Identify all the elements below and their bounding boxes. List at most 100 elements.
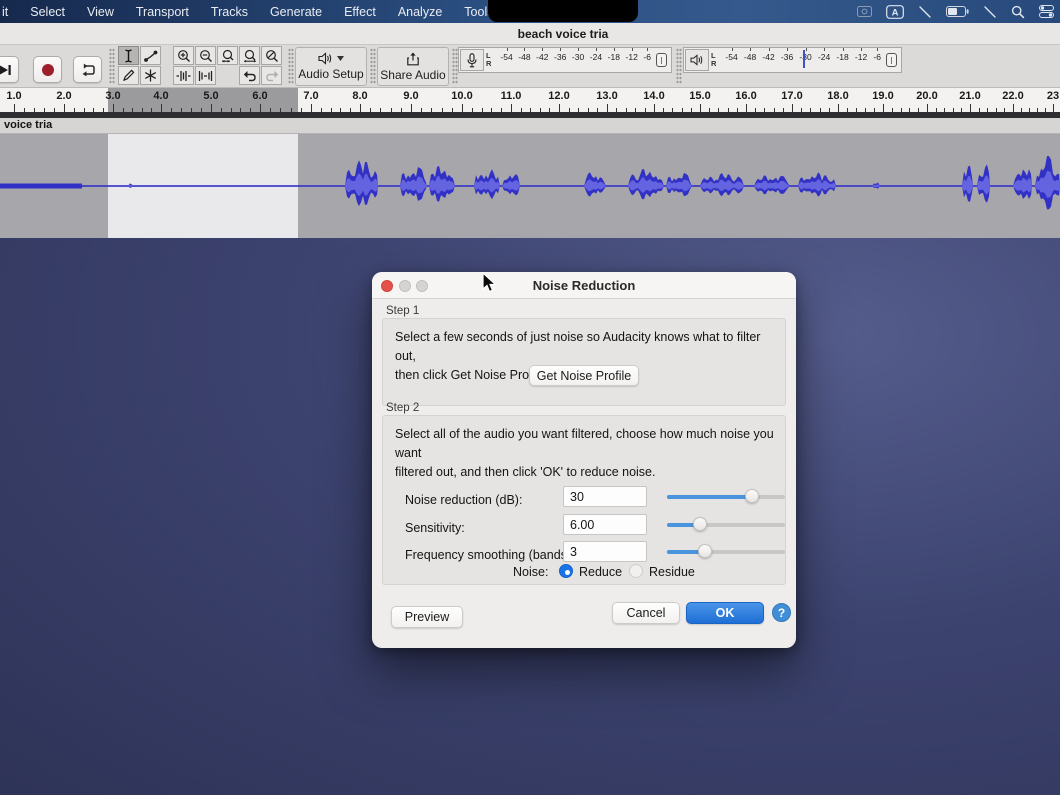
meter-tick-label: -36 [781, 52, 793, 62]
sensitivity-label: Sensitivity: [405, 521, 465, 535]
record-button[interactable] [33, 56, 62, 83]
fit-project-button[interactable] [239, 46, 260, 65]
menu-item-select[interactable]: Select [19, 5, 76, 19]
redo-button[interactable] [261, 66, 282, 85]
get-noise-profile-button[interactable]: Get Noise Profile [529, 365, 639, 386]
ruler-label: 15.0 [689, 90, 710, 102]
zoom-toggle-button[interactable] [261, 46, 282, 65]
sensitivity-input[interactable] [563, 514, 647, 535]
zoom-in-button[interactable] [173, 46, 194, 65]
undo-button[interactable] [239, 66, 260, 85]
input-source-icon[interactable]: A [886, 4, 904, 20]
waveform-track[interactable] [0, 134, 1060, 238]
skip-to-end-icon [0, 64, 12, 76]
record-icon [41, 63, 55, 77]
reduce-radio[interactable] [559, 564, 573, 578]
waveform [0, 134, 1060, 238]
ruler-label: 17.0 [781, 90, 802, 102]
menu-item-view[interactable]: View [76, 5, 125, 19]
slider-thumb[interactable] [693, 517, 707, 531]
ruler-label: 6.0 [252, 90, 267, 102]
fit-project-icon [243, 49, 257, 63]
preview-button[interactable]: Preview [391, 606, 463, 628]
selection-tool-button[interactable] [118, 46, 139, 65]
audio-setup-button[interactable]: Audio Setup [295, 47, 367, 86]
zoom-toggle-icon [265, 49, 279, 63]
timeline-ruler[interactable]: 1.02.03.04.05.06.07.08.09.010.011.012.01… [0, 88, 1060, 112]
meter-tick-label: -48 [518, 52, 530, 62]
silence-audio-button[interactable] [195, 66, 216, 85]
zoom-out-button[interactable] [195, 46, 216, 65]
preview-label: Preview [405, 610, 449, 624]
slider-thumb[interactable] [745, 489, 759, 503]
clip-indicator-icon [886, 53, 897, 67]
control-center-icon[interactable] [1039, 4, 1054, 20]
clip-name-label: voice tria [4, 119, 52, 131]
menu-item-analyze[interactable]: Analyze [387, 5, 453, 19]
stylus-icon[interactable] [918, 4, 932, 20]
toolbar-grip[interactable] [676, 48, 682, 84]
battery-icon[interactable] [946, 4, 969, 20]
cancel-label: Cancel [627, 606, 666, 620]
window-title: beach voice tria [518, 27, 609, 41]
meter-lr-labels: LR [711, 52, 716, 68]
close-button[interactable] [381, 280, 393, 292]
microphone-icon [467, 53, 477, 68]
frequency-smoothing-slider[interactable] [667, 544, 785, 558]
toolbar-grip[interactable] [109, 48, 115, 84]
ok-label: OK [716, 606, 735, 620]
sensitivity-slider[interactable] [667, 517, 785, 531]
ruler-label: 12.0 [548, 90, 569, 102]
ruler-label: 3.0 [105, 90, 120, 102]
menu-item-tracks[interactable]: Tracks [200, 5, 259, 19]
spotlight-icon[interactable] [1011, 4, 1025, 20]
ibeam-icon [124, 49, 133, 63]
draw-tool-button[interactable] [118, 66, 139, 85]
dialog-title: Noise Reduction [533, 278, 636, 293]
noise-reduction-label: Noise reduction (dB): [405, 493, 522, 507]
playback-meter-speaker-button[interactable] [685, 49, 709, 71]
menu-item-transport[interactable]: Transport [125, 5, 200, 19]
trim-audio-button[interactable] [173, 66, 194, 85]
clip-header[interactable]: voice tria [0, 118, 1060, 134]
fit-selection-button[interactable] [217, 46, 238, 65]
help-button[interactable]: ? [772, 603, 791, 622]
screen-mirroring-icon[interactable] [857, 4, 872, 20]
loop-button[interactable] [73, 56, 102, 83]
ruler-label: 20.0 [916, 90, 937, 102]
record-meter-mic-button[interactable] [460, 49, 484, 71]
minimize-button[interactable] [399, 280, 411, 292]
toolbar-grip[interactable] [288, 48, 294, 84]
step2-panel: Select all of the audio you want filtere… [382, 415, 786, 585]
slider-thumb[interactable] [698, 544, 712, 558]
playback-meter-scale: -54-48-42-36-30-24-18-12-6 [719, 48, 901, 72]
ruler-label: 23 [1047, 90, 1059, 102]
zoom-in-icon [177, 49, 191, 63]
meter-tick-label: -12 [626, 52, 638, 62]
share-audio-button[interactable]: Share Audio [377, 47, 449, 86]
menu-item-generate[interactable]: Generate [259, 5, 333, 19]
dialog-title-bar[interactable]: Noise Reduction [372, 272, 796, 299]
noise-reduction-slider[interactable] [667, 489, 785, 503]
multi-tool-button[interactable] [140, 66, 161, 85]
meter-tick-label: -18 [836, 52, 848, 62]
ok-button[interactable]: OK [686, 602, 764, 624]
recording-meter[interactable]: LR -54-48-42-36-30-24-18-12-6 [458, 47, 672, 73]
ruler-label: 19.0 [872, 90, 893, 102]
meter-tick-label: -24 [818, 52, 830, 62]
speaker-icon [690, 54, 704, 66]
menu-item-effect[interactable]: Effect [333, 5, 387, 19]
toolbar-grip[interactable] [370, 48, 376, 84]
envelope-tool-button[interactable] [140, 46, 161, 65]
cancel-button[interactable]: Cancel [612, 602, 680, 624]
multi-tool-icon [144, 69, 157, 82]
stylus2-icon[interactable] [983, 4, 997, 20]
menu-item-it[interactable]: it [0, 5, 19, 19]
maximize-button[interactable] [416, 280, 428, 292]
noise-reduction-input[interactable] [563, 486, 647, 507]
meter-tick-label: -6 [873, 52, 881, 62]
skip-to-end-button[interactable] [0, 56, 19, 83]
playback-meter[interactable]: LR -54-48-42-36-30-24-18-12-6 [683, 47, 902, 73]
residue-radio[interactable] [629, 564, 643, 578]
frequency-smoothing-input[interactable] [563, 541, 647, 562]
